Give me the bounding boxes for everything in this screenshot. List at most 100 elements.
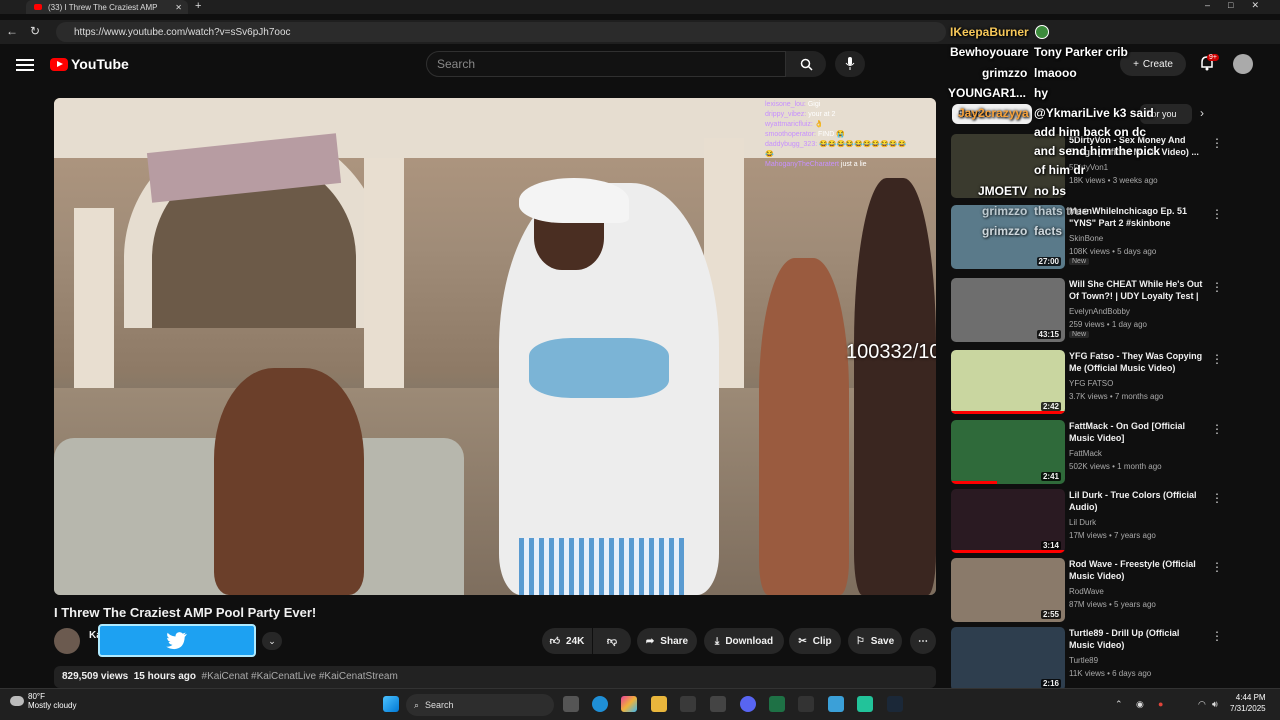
related-video-thumbnail[interactable]: 2:16 [951,627,1065,691]
video-description-box[interactable]: 829,509 views 15 hours ago #KaiCenat #Ka… [54,666,936,688]
youtube-logo[interactable]: YouTube [50,56,129,72]
url-field[interactable]: https://www.youtube.com/watch?v=sSv6pJh7… [56,22,946,42]
app-icon[interactable] [710,696,726,712]
volume-icon[interactable]: 🔊︎ [1212,699,1218,710]
video-title: I Threw The Craziest AMP Pool Party Ever… [54,605,317,620]
related-video-item[interactable]: 3:14 Lil Durk - True Colors (Official Aud… [951,489,1226,553]
clip-button[interactable]: ✂ Clip [789,628,841,654]
video-duration: 2:16 [1040,679,1061,688]
related-video-title[interactable]: YFG Fatso - They Was Copying Me (Officia… [1069,350,1205,374]
taskbar-clock[interactable]: 4:44 PM 7/31/2025 [1230,692,1266,714]
related-video-channel[interactable]: EvelynAndBobby [1069,307,1130,316]
close-tab-icon[interactable]: ✕ [175,3,182,12]
task-view-icon[interactable] [563,696,579,712]
browser-tab[interactable]: (33) I Threw The Craziest AMP ✕ [26,0,188,14]
more-vertical-icon[interactable]: ⋮ [1211,280,1223,294]
related-video-title[interactable]: Rod Wave - Freestyle (Official Music Vid… [1069,558,1205,582]
excel-icon[interactable] [769,696,785,712]
video-player[interactable]: 100332/101000 [54,98,936,595]
weather-widget[interactable]: 80°F Mostly cloudy [10,692,76,710]
related-video-thumbnail[interactable]: 2:55 [951,558,1065,622]
related-video-title[interactable]: MeanWhileInchicago Ep. 51 "YNS" Part 2 #… [1069,205,1205,229]
url-text: https://www.youtube.com/watch?v=sSv6pJh7… [74,26,291,38]
dislike-button[interactable]: 👎︎ [593,628,631,654]
related-video-item[interactable]: 2:41 FattMack - On God [Official Music Vi… [951,420,1226,484]
overlay-chat-message: no bs [1034,184,1066,198]
reload-icon[interactable]: ↻ [30,24,40,38]
related-video-stats: 259 views • 1 day ago [1069,320,1147,329]
overlay-chat-text: thats true [1034,204,1089,218]
new-tab-button[interactable]: + [195,0,201,12]
tray-app-icon[interactable]: ◉ [1136,699,1144,710]
search-icon: ⌕ [414,699,420,710]
related-video-channel[interactable]: YFG FATSO [1069,379,1113,388]
related-video-channel[interactable]: FattMack [1069,449,1102,458]
related-video-channel[interactable]: Lil Durk [1069,518,1096,527]
discord-icon[interactable] [740,696,756,712]
download-button[interactable]: ⤓ Download [704,628,784,654]
channel-avatar[interactable] [54,628,80,654]
save-button[interactable]: ⚐ Save [848,628,902,654]
new-badge: New [1069,258,1090,265]
taskbar-search[interactable]: ⌕ Search [406,694,554,716]
search-input[interactable]: Search [426,51,786,77]
in-video-chat-text: just a lie [840,161,867,168]
related-video-channel[interactable]: SkinBone [1069,234,1103,243]
more-actions-button[interactable]: ⋯ [910,628,936,654]
steam-icon[interactable] [887,696,903,712]
voice-search-button[interactable] [835,51,865,77]
globe-emote-icon [1034,25,1049,39]
video-striped-shorts [519,538,684,595]
more-vertical-icon[interactable]: ⋮ [1211,629,1223,643]
related-video-item[interactable]: 2:55 Rod Wave - Freestyle (Official Music… [951,558,1226,622]
like-button[interactable]: 👍︎ 24K [542,628,592,654]
back-icon[interactable]: ← [6,24,18,38]
file-explorer-icon[interactable] [651,696,667,712]
related-video-title[interactable]: FattMack - On God [Official Music Video] [1069,420,1205,444]
related-video-thumbnail[interactable]: 3:14 [951,489,1065,553]
related-video-thumbnail[interactable]: 2:42 [951,350,1065,414]
more-vertical-icon[interactable]: ⋮ [1211,560,1223,574]
share-button[interactable]: ➦ Share [637,628,697,654]
windows-start-icon[interactable] [383,696,399,712]
store-icon[interactable] [680,696,696,712]
app-icon[interactable] [857,696,873,712]
subscribe-dropdown-button[interactable]: ⌄ [262,632,282,650]
more-vertical-icon[interactable]: ⋮ [1211,207,1223,221]
twitter-logo-overlay [98,624,256,657]
related-video-item[interactable]: 2:42 YFG Fatso - They Was Copying Me (Off… [951,350,1226,414]
weather-desc: Mostly cloudy [28,701,77,710]
hamburger-menu-icon[interactable] [16,56,34,72]
more-vertical-icon[interactable]: ⋮ [1211,136,1223,150]
app-icon[interactable] [798,696,814,712]
related-video-item[interactable]: 2:16 Turtle89 - Drill Up (Official Music … [951,627,1226,691]
hashtags[interactable]: #KaiCenat #KaiCenatLive #KaiCenatStream [202,671,398,682]
related-video-thumbnail[interactable]: 43:15 [951,278,1065,342]
in-video-chat-text: FIND 😭 [817,131,845,138]
related-video-title[interactable]: Lil Durk - True Colors (Official Audio) [1069,489,1205,513]
notepad-icon[interactable] [828,696,844,712]
window-controls[interactable]: –□✕ [1205,0,1277,11]
search-button[interactable] [786,51,826,77]
more-vertical-icon[interactable]: ⋮ [1211,491,1223,505]
chips-next-chevron-icon[interactable]: › [1200,106,1204,120]
create-label: Create [1142,58,1173,70]
related-video-title[interactable]: Will She CHEAT While He's Out Of Town?! … [1069,278,1205,304]
wifi-icon[interactable]: ◠ [1198,699,1206,710]
related-video-channel[interactable]: RodWave [1069,587,1104,596]
edge-browser-icon[interactable] [592,696,608,712]
user-avatar[interactable] [1233,54,1253,74]
copilot-icon[interactable] [621,696,637,712]
more-vertical-icon[interactable]: ⋮ [1211,352,1223,366]
related-video-title[interactable]: Turtle89 - Drill Up (Official Music Vide… [1069,627,1205,651]
related-video-channel[interactable]: Turtle89 [1069,656,1098,665]
upload-age: 15 hours ago [133,671,196,682]
related-video-item[interactable]: 43:15 Will She CHEAT While He's Out Of To… [951,278,1226,342]
overlay-chat-text: add him back on dc [1034,125,1147,139]
tray-chevron-icon[interactable]: ⌃ [1115,699,1123,710]
tray-mic-icon[interactable]: ● [1158,699,1163,709]
more-vertical-icon[interactable]: ⋮ [1211,422,1223,436]
create-button[interactable]: + Create [1120,52,1186,76]
related-video-thumbnail[interactable]: 2:41 [951,420,1065,484]
related-video-stats: 108K views • 5 days ago [1069,247,1157,256]
